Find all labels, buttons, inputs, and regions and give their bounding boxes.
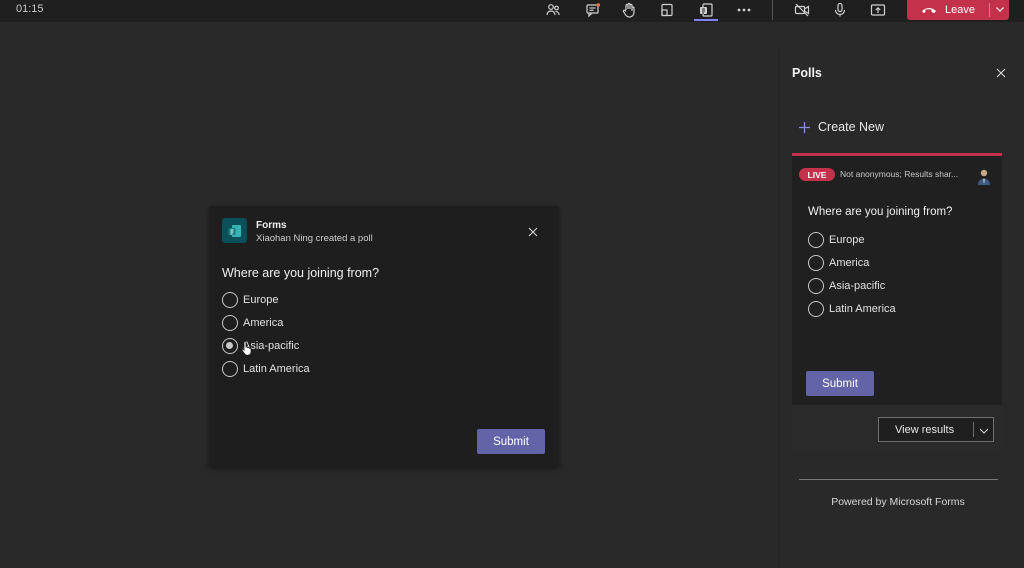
- submit-button[interactable]: Submit: [806, 371, 874, 396]
- toolbar-divider: [772, 0, 773, 20]
- radio-button[interactable]: [808, 255, 824, 271]
- poll-option[interactable]: America: [222, 314, 283, 332]
- view-results-button[interactable]: View results: [878, 417, 994, 442]
- polls-panel: Polls Create New LIVE Not anonymous; Res…: [778, 46, 1024, 568]
- poll-notification-card: Forms Xiaohan Ning created a poll Where …: [209, 206, 559, 467]
- poll-option[interactable]: America: [808, 254, 869, 272]
- view-results-separator: [973, 422, 974, 437]
- poll-question: Where are you joining from?: [222, 266, 380, 280]
- phone-hangup-icon: [921, 5, 937, 15]
- poll-creator-text: Xiaohan Ning created a poll: [256, 233, 373, 244]
- chat-icon[interactable]: [581, 0, 605, 20]
- poll-option[interactable]: Asia-pacific: [808, 277, 885, 295]
- radio-button[interactable]: [222, 315, 238, 331]
- more-icon[interactable]: [732, 0, 756, 20]
- poll-footer: View results: [792, 405, 1002, 452]
- poll-settings-text: Not anonymous; Results shar...: [840, 169, 959, 179]
- option-label: America: [243, 317, 284, 329]
- view-results-label: View results: [895, 423, 955, 436]
- app-name: Forms: [256, 220, 287, 231]
- leave-label: Leave: [945, 4, 975, 16]
- share-tray-icon[interactable]: [655, 0, 679, 20]
- active-tab-indicator: [694, 19, 718, 21]
- panel-title: Polls: [792, 66, 822, 80]
- create-new-button[interactable]: Create New: [798, 120, 884, 134]
- radio-button[interactable]: [222, 361, 238, 377]
- chevron-down-icon[interactable]: [979, 426, 989, 434]
- raise-hand-icon[interactable]: [617, 0, 641, 20]
- poll-option[interactable]: Latin America: [222, 360, 310, 378]
- option-label: Europe: [829, 234, 865, 246]
- radio-button[interactable]: [808, 301, 824, 317]
- meeting-timer: 01:15: [16, 3, 44, 15]
- poll-question: Where are you joining from?: [808, 206, 953, 218]
- panel-divider: [799, 479, 998, 480]
- create-new-label: Create New: [818, 120, 884, 134]
- leave-separator: [989, 3, 990, 17]
- radio-button[interactable]: [808, 278, 824, 294]
- option-label: Europe: [243, 294, 279, 306]
- live-poll-card: LIVE Not anonymous; Results shar... Wher…: [792, 153, 1002, 452]
- hand-cursor-icon: [241, 340, 253, 356]
- forms-apps-icon[interactable]: [694, 0, 718, 20]
- close-icon[interactable]: [527, 225, 539, 237]
- chevron-down-icon[interactable]: [995, 4, 1005, 14]
- mic-icon[interactable]: [828, 0, 852, 20]
- share-screen-icon[interactable]: [866, 0, 890, 20]
- radio-button[interactable]: [222, 292, 238, 308]
- submit-button[interactable]: Submit: [477, 429, 545, 454]
- poll-option[interactable]: Europe: [222, 291, 278, 309]
- poll-option[interactable]: Latin America: [808, 300, 896, 318]
- close-icon[interactable]: [995, 66, 1007, 78]
- participants-icon[interactable]: [541, 0, 565, 20]
- live-badge: LIVE: [799, 168, 835, 181]
- radio-button[interactable]: [808, 232, 824, 248]
- camera-off-icon[interactable]: [790, 0, 814, 20]
- forms-app-icon: [222, 218, 247, 243]
- plus-icon: [798, 121, 811, 134]
- avatar: [976, 168, 992, 186]
- radio-button[interactable]: [222, 338, 238, 354]
- poll-option[interactable]: Europe: [808, 231, 864, 249]
- option-label: Latin America: [243, 363, 310, 375]
- option-label: Asia-pacific: [829, 280, 886, 292]
- option-label: America: [829, 257, 870, 269]
- powered-by-text: Powered by Microsoft Forms: [831, 496, 965, 508]
- meeting-toolbar: 01:15 Leave: [0, 0, 1024, 22]
- option-label: Latin America: [829, 303, 896, 315]
- leave-button[interactable]: Leave: [907, 0, 1009, 20]
- poll-option[interactable]: Asia-pacific: [222, 337, 299, 355]
